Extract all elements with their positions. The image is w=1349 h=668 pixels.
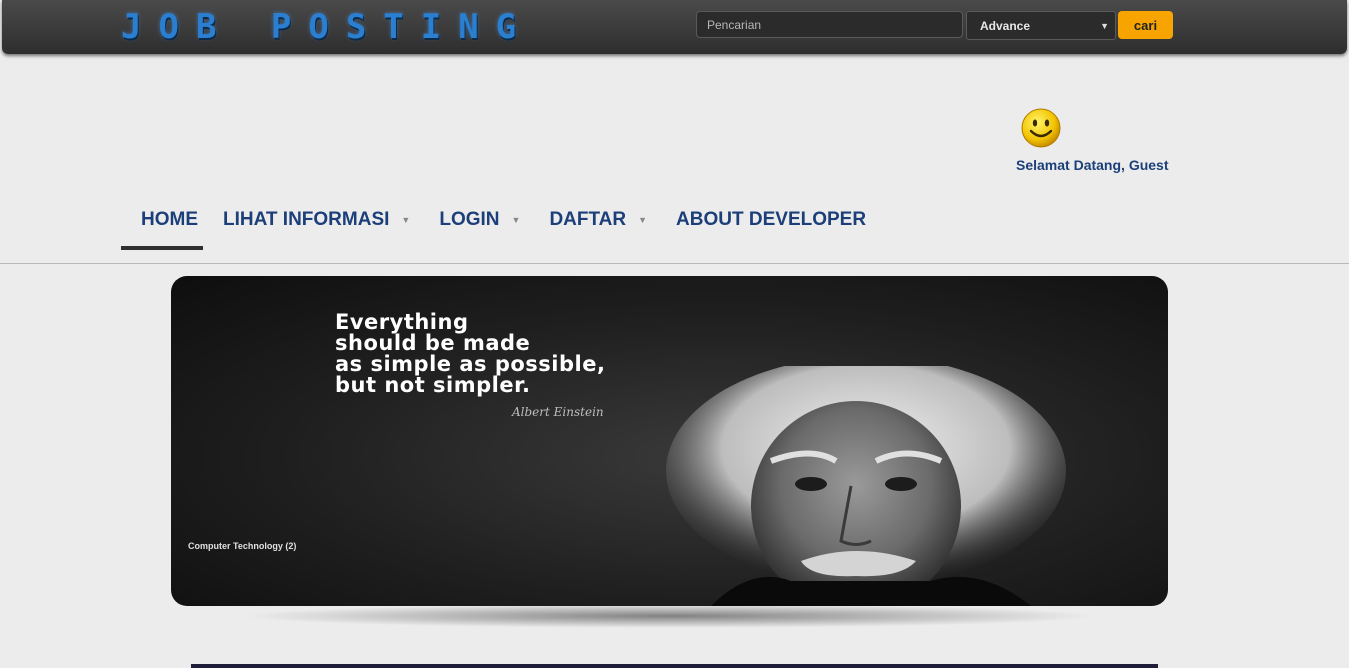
nav-about-developer-label: ABOUT DEVELOPER (676, 209, 867, 230)
welcome-text: Selamat Datang, Guest (1016, 157, 1169, 173)
smiley-icon (1021, 108, 1061, 148)
site-logo[interactable]: JOB POSTING (121, 8, 533, 46)
search-button[interactable]: cari (1118, 11, 1173, 39)
nav-login[interactable]: LOGIN ▼ (439, 200, 520, 250)
caret-down-icon: ▼ (401, 215, 411, 225)
quote-line: should be made (335, 331, 531, 355)
nav-login-label: LOGIN (439, 209, 500, 230)
main-nav: HOME LIHAT INFORMASI ▼ LOGIN ▼ DAFTAR ▼ … (121, 200, 866, 250)
search-mode-select[interactable]: Advance ▼ (966, 11, 1116, 40)
nav-lihat-informasi[interactable]: LIHAT INFORMASI ▼ (223, 200, 410, 250)
top-bar: JOB POSTING Advance ▼ cari (2, 0, 1347, 54)
banner-caption: Computer Technology (2) (188, 541, 297, 551)
chevron-down-icon: ▼ (1100, 21, 1109, 31)
caret-down-icon: ▼ (638, 215, 648, 225)
quote-line: but not simpler. (335, 373, 531, 397)
quote-author: Albert Einstein (512, 405, 604, 419)
nav-about-developer[interactable]: ABOUT DEVELOPER (676, 200, 866, 250)
quote-line: Everything (335, 310, 469, 334)
nav-home[interactable]: HOME (121, 200, 203, 250)
search-input[interactable] (696, 11, 963, 38)
quote-line: as simple as possible, (335, 352, 606, 376)
nav-home-label: HOME (141, 209, 198, 230)
nav-daftar-label: DAFTAR (549, 209, 627, 230)
einstein-portrait (666, 366, 1066, 606)
hero-banner[interactable]: Everything should be made as simple as p… (171, 276, 1168, 606)
nav-lihat-informasi-label: LIHAT INFORMASI (223, 209, 390, 230)
banner-quote: Everything should be made as simple as p… (335, 312, 605, 396)
search-mode-value: Advance (980, 19, 1031, 33)
footer-edge (191, 664, 1158, 668)
caret-down-icon: ▼ (511, 215, 521, 225)
nav-daftar[interactable]: DAFTAR ▼ (549, 200, 647, 250)
banner-shadow (240, 604, 1100, 628)
divider (0, 263, 1349, 264)
